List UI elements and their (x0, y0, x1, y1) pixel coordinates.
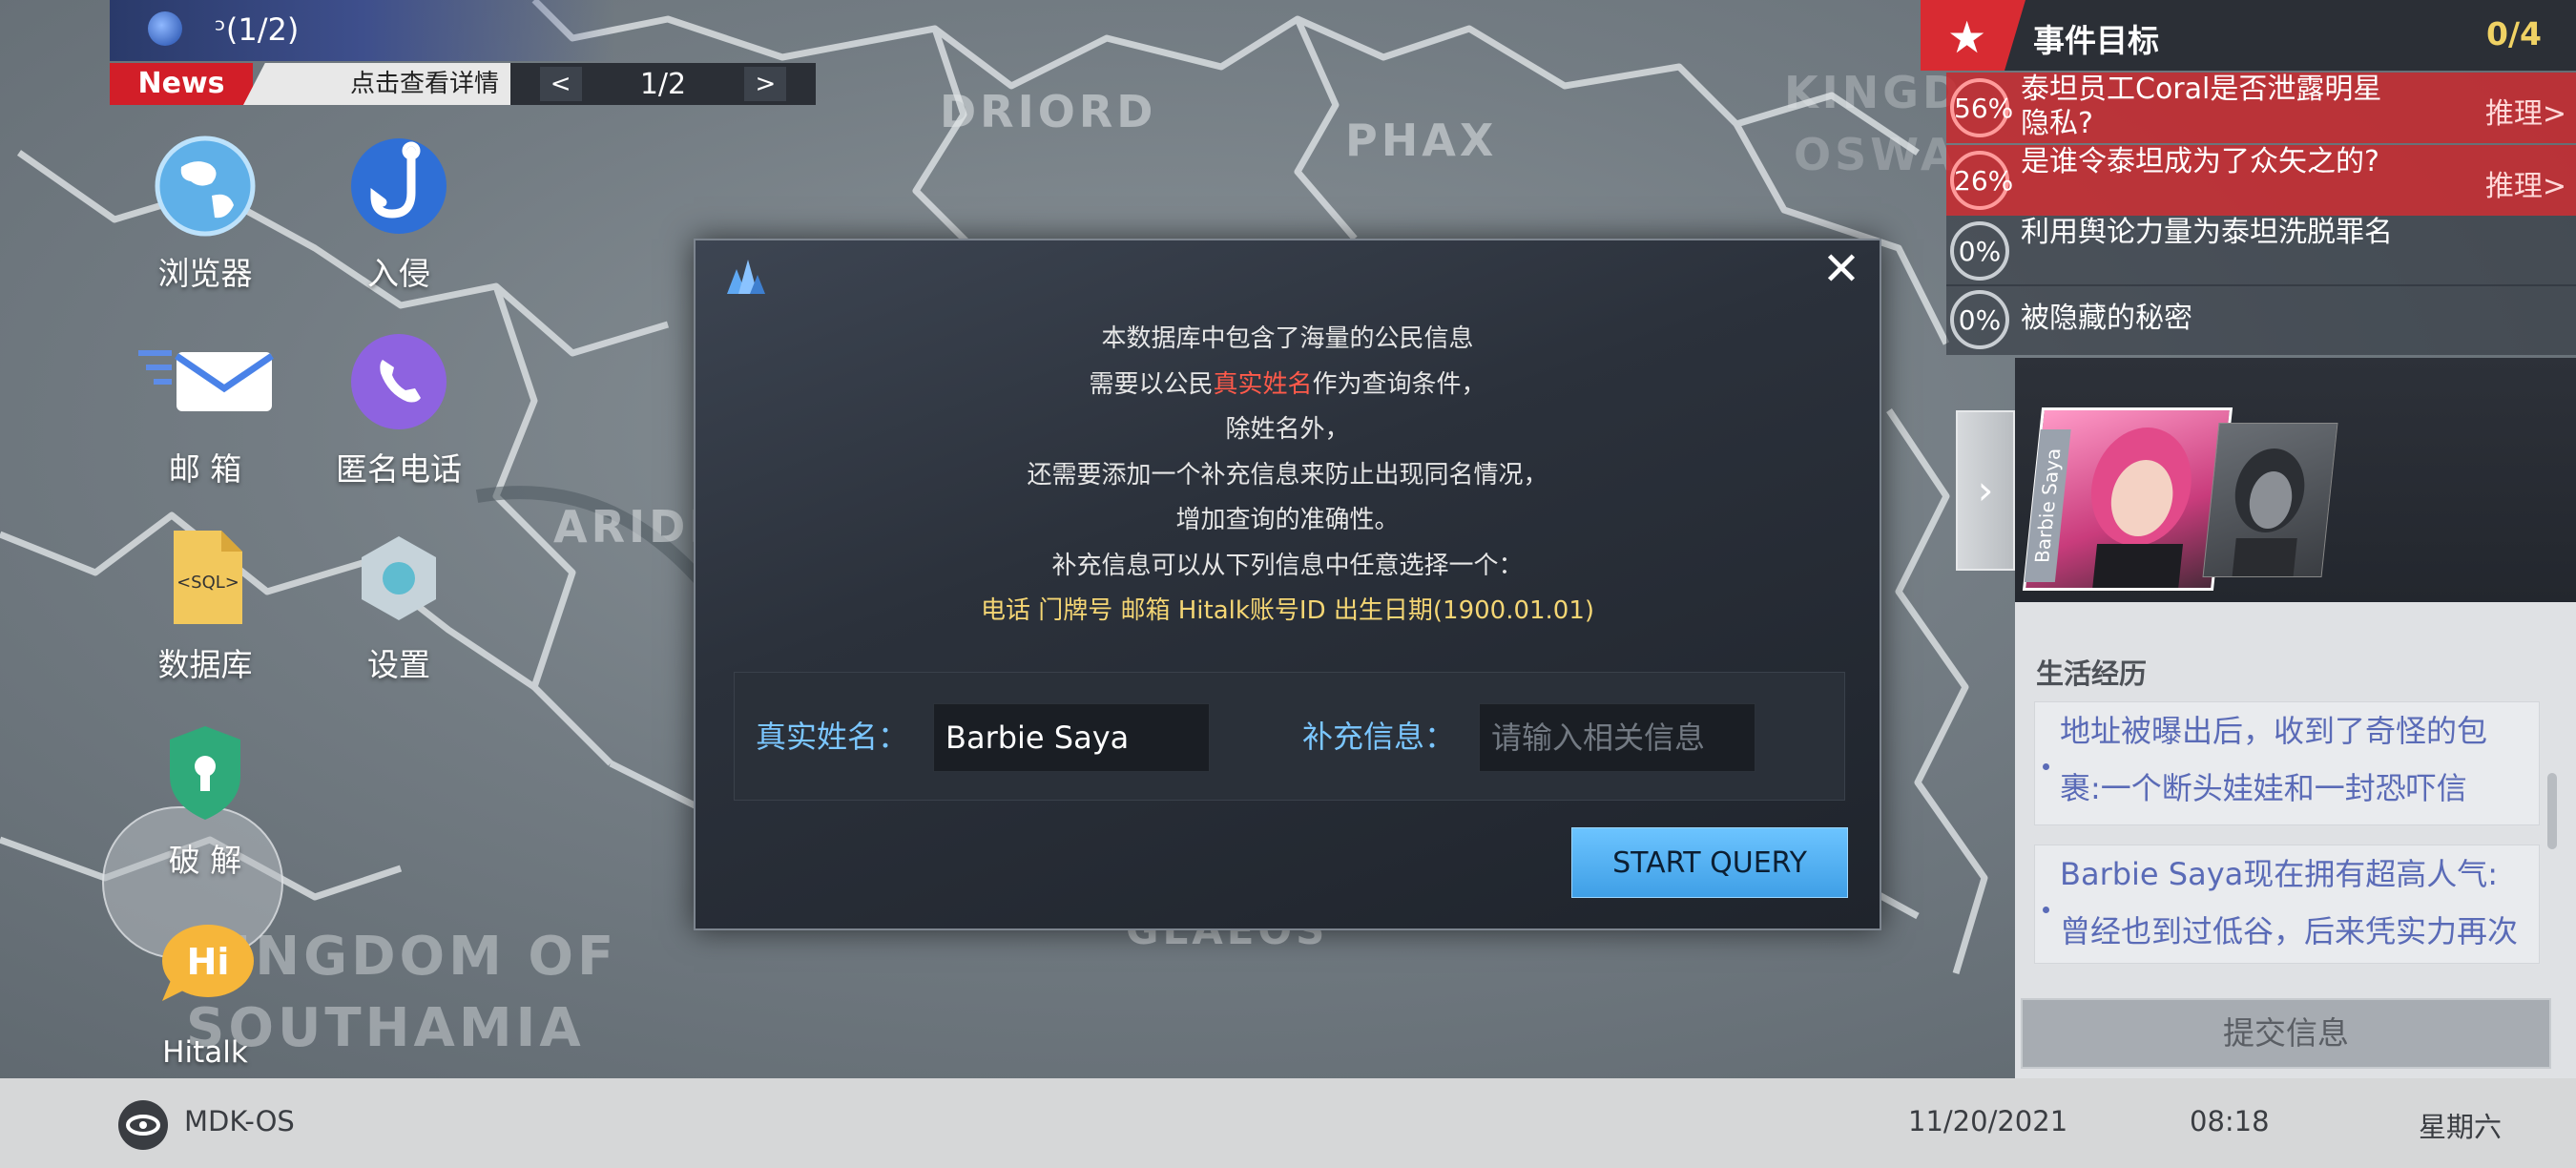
highlight-real-name: 真实姓名 (1213, 369, 1313, 399)
bullet-icon (2043, 763, 2049, 770)
profile-panel: Barbie Saya 生活经历 地址被曝出后，收到了奇怪的包裹:一个断头娃娃和… (2015, 358, 2576, 1078)
objective-row[interactable]: 0% 利用舆论力量为泰坦洗脱罪名 (1946, 216, 2576, 286)
database-query-dialog: ✕ 本数据库中包含了海量的公民信息 需要以公民真实姓名作为查询条件， 除姓名外，… (694, 239, 1881, 930)
svg-text:<SQL>: <SQL> (177, 573, 239, 593)
news-title: ᵓ(1/2) (215, 11, 300, 48)
desktop-app-mail[interactable]: 邮 箱 (124, 329, 286, 490)
event-objectives-panel: ★ 事件目标 0/4 56% 泰坦员工Coral是否泄露明星隐私? 推理> 26… (1921, 0, 2576, 355)
objective-row[interactable]: 26% 是谁令泰坦成为了众矢之的? 推理> (1946, 145, 2576, 216)
news-pager: < 1/2 > (510, 63, 816, 105)
desktop-app-crack[interactable]: 破 解 (124, 720, 286, 881)
dialog-line: 本数据库中包含了海量的公民信息 (1101, 324, 1474, 353)
objectives-count: 0/4 (2486, 15, 2542, 52)
dialog-line: 需要以公民真实姓名作为查询条件， (696, 363, 1880, 408)
map-label: DRIORD (940, 86, 1157, 137)
infer-link[interactable]: 推理> (2485, 90, 2566, 132)
objective-text: 被隐藏的秘密 (2021, 302, 2192, 335)
desktop-app-label: 破 解 (168, 842, 242, 879)
database-logo-icon (719, 252, 767, 298)
dialog-line: 除姓名外， (1225, 415, 1350, 444)
desktop-app-anonymous-call[interactable]: 匿名电话 (318, 329, 480, 490)
character-card[interactable] (2202, 423, 2338, 577)
extra-info-input[interactable]: 请输入相关信息 (1479, 703, 1755, 772)
objective-text: 是谁令泰坦成为了众矢之的? (2021, 145, 2379, 178)
hi-bubble-icon: Hi (153, 921, 258, 1026)
infer-link[interactable]: 推理> (2485, 162, 2566, 204)
news-ticker: News 点击查看详情 < 1/2 > (110, 63, 816, 105)
progress-circle: 0% (1950, 290, 2009, 349)
desktop-app-label: 浏览器 (157, 255, 253, 292)
map-label: PHAX (1345, 115, 1498, 166)
hook-icon (346, 134, 451, 239)
eye-logo-icon[interactable] (118, 1100, 168, 1150)
desktop-app-label: Hitalk (162, 1035, 248, 1070)
objective-text: 泰坦员工Coral是否泄露明星隐私? (2021, 73, 2382, 140)
objective-row[interactable]: 56% 泰坦员工Coral是否泄露明星隐私? 推理> (1946, 73, 2576, 143)
dialog-line: 还需要添加一个补充信息来防止出现同名情况， (1027, 460, 1548, 490)
taskbar-date: 11/20/2021 (1908, 1105, 2068, 1137)
desktop-app-settings[interactable]: 设置 (318, 525, 480, 685)
extra-info-label: 补充信息： (1302, 719, 1456, 755)
desktop-app-intrude[interactable]: 入侵 (318, 134, 480, 294)
profile-header: Barbie Saya (2015, 358, 2576, 602)
objective-row[interactable]: 0% 被隐藏的秘密 (1946, 284, 2576, 355)
progress-circle: 56% (1950, 78, 2013, 137)
keyhole-shield-icon (153, 720, 258, 825)
desktop-app-label: 邮 箱 (168, 450, 242, 488)
life-entry-text: 地址被曝出后，收到了奇怪的包裹:一个断头娃娃和一封恐吓信 (2060, 713, 2488, 806)
desktop-app-database[interactable]: <SQL> 数据库 (124, 525, 286, 685)
life-entry[interactable]: 地址被曝出后，收到了奇怪的包裹:一个断头娃娃和一封恐吓信 (2034, 701, 2540, 825)
progress-circle: 26% (1950, 151, 2013, 210)
character-card-selected[interactable]: Barbie Saya (2022, 407, 2233, 591)
os-name: MDK-OS (184, 1105, 295, 1137)
desktop-app-label: 匿名电话 (336, 450, 462, 488)
chevron-right-icon: › (1977, 467, 1994, 513)
taskbar: MDK-OS 11/20/2021 08:18 星期六 (0, 1078, 2576, 1168)
svg-text:Hi: Hi (187, 941, 230, 983)
dialog-line-suffix: 作为查询条件， (1312, 369, 1486, 399)
news-badge: News (110, 63, 253, 105)
chevron-left-icon[interactable]: < (539, 67, 582, 101)
panel-collapse-button[interactable]: › (1956, 410, 2015, 571)
phone-icon (346, 329, 451, 434)
supplementary-options: 电话 门牌号 邮箱 Hitalk账号ID 出生日期(1900.01.01) (980, 596, 1595, 625)
desktop-app-label: 设置 (367, 646, 430, 683)
star-icon: ★ (1921, 0, 2025, 71)
dialog-line: 补充信息可以从下列信息中任意选择一个： (1051, 551, 1524, 580)
taskbar-weekday: 星期六 (2419, 1111, 2503, 1143)
desktop-app-label: 数据库 (157, 646, 253, 683)
news-page-indicator: 1/2 (639, 67, 687, 101)
character-portrait (2232, 448, 2305, 576)
globe-icon (148, 11, 182, 46)
taskbar-time: 08:18 (2190, 1105, 2270, 1137)
objective-text: 利用舆论力量为泰坦洗脱罪名 (2021, 216, 2393, 249)
section-title: 生活经历 (2036, 657, 2148, 690)
real-name-label: 真实姓名： (756, 719, 909, 755)
bullet-icon (2043, 907, 2049, 913)
dialog-description: 本数据库中包含了海量的公民信息 需要以公民真实姓名作为查询条件， 除姓名外， 还… (696, 317, 1880, 635)
dialog-line-prefix: 需要以公民 (1089, 369, 1214, 399)
chevron-right-icon[interactable]: > (744, 67, 787, 101)
close-icon[interactable]: ✕ (1820, 246, 1862, 292)
news-header: ᵓ(1/2) (110, 0, 615, 61)
objectives-title: 事件目标 (2033, 22, 2159, 59)
submit-info-button[interactable]: 提交信息 (2021, 998, 2551, 1069)
life-entry[interactable]: Barbie Saya现在拥有超高人气:曾经也到过低谷，后来凭实力再次 (2034, 845, 2540, 964)
desktop-app-label: 入侵 (367, 255, 430, 292)
progress-circle: 0% (1950, 221, 2009, 281)
life-entry-text: Barbie Saya现在拥有超高人气:曾经也到过低谷，后来凭实力再次 (2060, 856, 2519, 949)
desktop-app-hitalk[interactable]: Hi Hitalk (124, 921, 286, 1070)
scrollbar[interactable] (2547, 773, 2557, 849)
hexagon-icon (346, 525, 451, 630)
start-query-button[interactable]: START QUERY (1571, 827, 1848, 898)
query-form: 真实姓名： Barbie Saya 补充信息： 请输入相关信息 (734, 672, 1845, 801)
real-name-input[interactable]: Barbie Saya (933, 703, 1210, 772)
objectives-header: ★ 事件目标 0/4 (1921, 0, 2576, 71)
sql-file-icon: <SQL> (153, 525, 258, 630)
desktop-app-browser[interactable]: 浏览器 (124, 134, 286, 294)
globe-icon (153, 134, 258, 239)
mail-icon (138, 329, 274, 434)
dialog-line: 增加查询的准确性。 (1175, 506, 1400, 534)
